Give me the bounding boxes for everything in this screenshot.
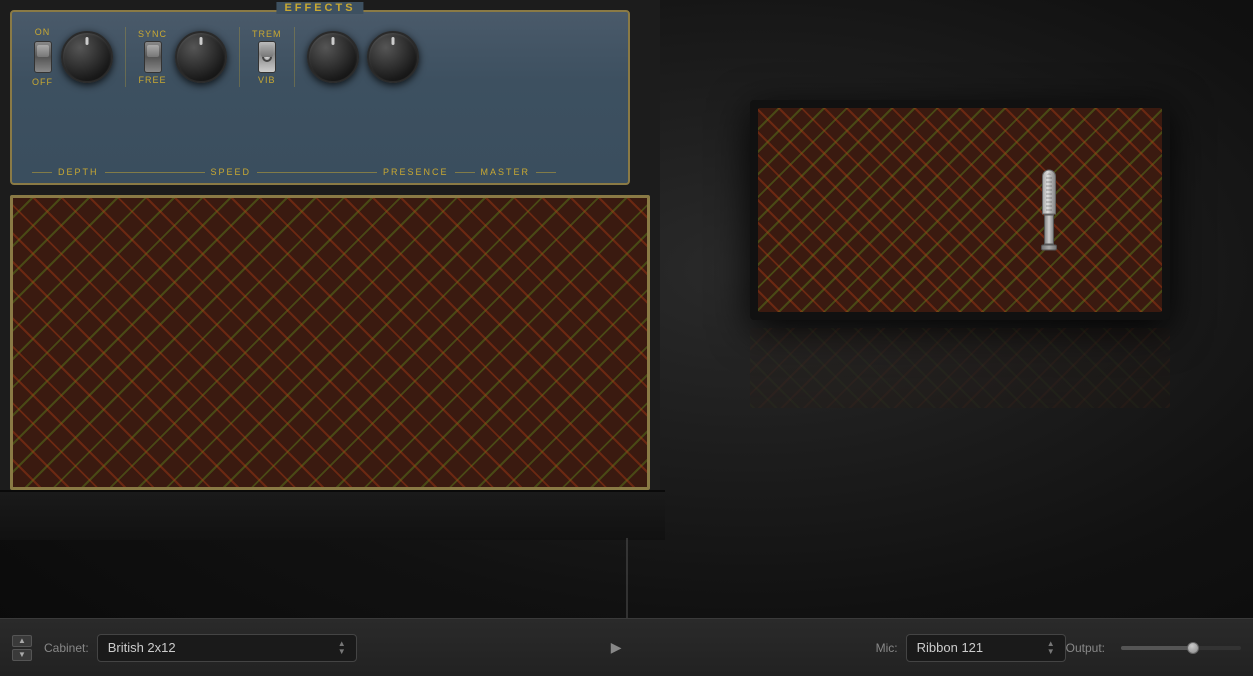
cabinet-reflection [750, 328, 1170, 408]
master-bottom-label: MASTER [481, 167, 531, 177]
cabinet-label: Cabinet: [44, 641, 89, 655]
cabinet-value: British 2x12 [108, 640, 176, 655]
amp-bottom [0, 490, 665, 540]
speed-bottom-label: SPEED [211, 167, 252, 177]
free-label: FREE [139, 75, 167, 85]
separator-3 [294, 27, 295, 87]
trem-label: TREM [252, 29, 282, 39]
amp-grille [10, 195, 650, 490]
line-3 [257, 172, 377, 173]
mic-dropdown[interactable]: Ribbon 121 ▲ ▼ [906, 634, 1066, 662]
output-slider[interactable] [1121, 646, 1241, 650]
separator-2 [239, 27, 240, 87]
bottom-bar: ▲ ▼ Cabinet: British 2x12 ▲ ▼ ▶ Mic: Rib… [0, 618, 1253, 676]
sync-group: SYNC FREE [138, 29, 167, 85]
depth-knob[interactable] [61, 31, 113, 83]
mic-down-icon: ▼ [1047, 648, 1055, 656]
line-4 [455, 172, 475, 173]
grille-pattern [13, 198, 647, 487]
presence-knob[interactable] [307, 31, 359, 83]
cabinet-grille [758, 108, 1162, 312]
output-slider-thumb[interactable] [1187, 642, 1199, 654]
up-arrow-icon: ▲ [18, 636, 26, 645]
presence-knob-group [307, 31, 359, 83]
depth-knob-indicator [86, 37, 89, 45]
cabinet-dropdown-arrows: ▲ ▼ [338, 640, 346, 656]
output-label: Output: [1066, 641, 1105, 655]
mic-value: Ribbon 121 [917, 640, 984, 655]
sync-label: SYNC [138, 29, 167, 39]
effects-bottom-labels: DEPTH SPEED PRESENCE MASTER [32, 167, 608, 177]
preset-up-button[interactable]: ▲ [12, 635, 32, 647]
output-slider-fill [1121, 646, 1193, 650]
on-off-toggle[interactable] [34, 41, 52, 73]
cabinet-down-icon: ▼ [338, 648, 346, 656]
depth-bottom-label: DEPTH [58, 167, 99, 177]
line-2 [105, 172, 205, 173]
microphone [1041, 170, 1057, 251]
separator-1 [125, 27, 126, 87]
master-knob[interactable] [367, 31, 419, 83]
effects-panel: EFFECTS ON OFF SYNC FREE [10, 10, 630, 185]
mic-label: Mic: [876, 641, 898, 655]
play-icon: ▶ [611, 639, 622, 656]
down-arrow-icon: ▼ [18, 650, 26, 659]
depth-knob-group [61, 31, 113, 83]
presence-bottom-label: PRESENCE [383, 167, 449, 177]
on-label: ON [35, 27, 51, 37]
mic-base [1041, 245, 1057, 251]
play-button[interactable]: ▶ [604, 636, 628, 660]
mic-head [1042, 170, 1056, 215]
mic-dropdown-arrows: ▲ ▼ [1047, 640, 1055, 656]
mic-position-line [626, 538, 627, 618]
vib-label: VIB [258, 75, 276, 85]
on-off-toggle-group: ON OFF [32, 27, 53, 87]
line-5 [536, 172, 556, 173]
speed-knob-indicator [200, 37, 203, 45]
speed-knob-group [175, 31, 227, 83]
preset-down-button[interactable]: ▼ [12, 649, 32, 661]
center-section: ▶ [357, 636, 876, 660]
trem-vib-toggle[interactable] [258, 41, 276, 73]
preset-arrows: ▲ ▼ [12, 635, 32, 661]
cabinet-dropdown[interactable]: British 2x12 ▲ ▼ [97, 634, 357, 662]
effects-controls: ON OFF SYNC FREE [32, 27, 608, 87]
trem-group: TREM VIB [252, 29, 282, 85]
cabinet-grille-pattern [758, 108, 1162, 312]
mic-body [1044, 215, 1054, 245]
output-section: Output: [1066, 641, 1241, 655]
master-knob-indicator [391, 37, 394, 45]
master-knob-group [367, 31, 419, 83]
effects-title: EFFECTS [276, 2, 363, 14]
line-1 [32, 172, 52, 173]
presence-knob-indicator [331, 37, 334, 45]
cabinet-box [750, 100, 1170, 320]
sync-toggle[interactable] [144, 41, 162, 73]
amp-body: EFFECTS ON OFF SYNC FREE [0, 0, 660, 530]
off-label: OFF [32, 77, 53, 87]
speed-knob[interactable] [175, 31, 227, 83]
